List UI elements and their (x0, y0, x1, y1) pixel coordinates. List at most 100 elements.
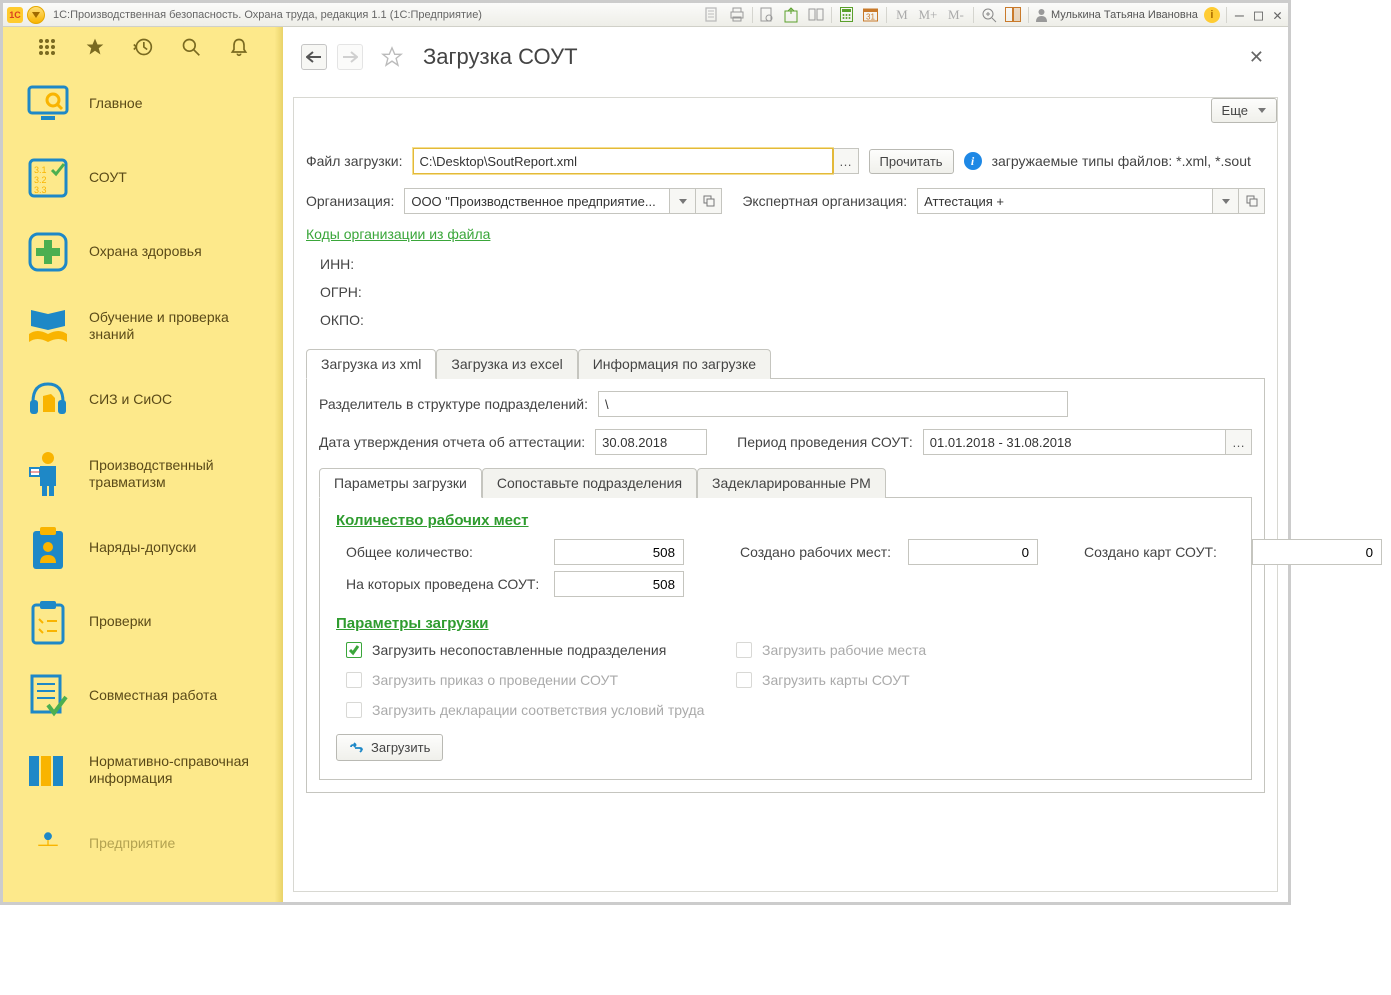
chk-declarations (346, 702, 362, 718)
compare-icon[interactable] (807, 6, 825, 24)
workplace-count-title: Количество рабочих мест (336, 512, 1235, 529)
title-bar: 1C 1С:Производственная безопасность. Охр… (3, 3, 1288, 27)
sidebar-item-health[interactable]: Охрана здоровья (3, 215, 283, 289)
created-cards-label: Создано карт СОУТ: (1084, 544, 1244, 560)
close-page-button[interactable]: ✕ (1249, 47, 1270, 68)
load-button[interactable]: Загрузить (336, 734, 443, 761)
period-picker-button[interactable]: … (1226, 429, 1252, 455)
sidebar-item-reference[interactable]: Нормативно-справочная информация (3, 733, 283, 807)
print-icon[interactable] (728, 6, 746, 24)
expert-org-dropdown-button[interactable] (1213, 188, 1239, 214)
minimize-button[interactable]: — (1233, 6, 1246, 24)
panels-icon[interactable] (1004, 6, 1022, 24)
save-icon[interactable] (783, 6, 801, 24)
expert-org-input[interactable] (917, 188, 1213, 214)
approval-date-input[interactable] (595, 429, 707, 455)
app-title: 1С:Производственная безопасность. Охрана… (53, 9, 482, 21)
favorites-icon[interactable] (84, 36, 106, 58)
file-types-hint: загружаемые типы файлов: *.xml, *.sout (992, 153, 1251, 169)
preview-icon[interactable] (759, 6, 777, 24)
current-user[interactable]: Мулькина Татьяна Ивановна (1035, 8, 1198, 22)
more-button[interactable]: Еще (1211, 98, 1277, 123)
main-tabs: Загрузка из xml Загрузка из excel Информ… (306, 348, 1265, 379)
org-codes-link[interactable]: Коды организации из файла (306, 226, 490, 242)
sidebar-item-permits[interactable]: Наряды-допуски (3, 511, 283, 585)
new-doc-icon[interactable] (704, 6, 722, 24)
org-label: Организация: (306, 193, 394, 209)
expert-org-label: Экспертная организация: (742, 193, 907, 209)
sidebar-item-collab[interactable]: Совместная работа (3, 659, 283, 733)
delimiter-input[interactable] (598, 391, 1068, 417)
tab-excel[interactable]: Загрузка из excel (436, 349, 577, 379)
calc-icon[interactable] (838, 6, 856, 24)
inn-label: ИНН: (320, 250, 1265, 278)
medical-cross-icon (25, 229, 71, 275)
organization-dropdown-button[interactable] (670, 188, 696, 214)
document-check-icon (25, 673, 71, 719)
read-button[interactable]: Прочитать (869, 149, 954, 174)
chk-cards (736, 672, 752, 688)
sidebar-item-training[interactable]: Обучение и проверка знаний (3, 289, 283, 363)
subtab-declared[interactable]: Задекларированные РМ (697, 468, 886, 498)
headphones-glove-icon (25, 377, 71, 423)
injured-person-icon (25, 451, 71, 497)
books-icon (25, 747, 71, 793)
zoom-icon[interactable] (980, 6, 998, 24)
created-rm-input[interactable] (908, 539, 1038, 565)
list-check-icon: 3.13.23.3 (25, 155, 71, 201)
svg-text:3.2: 3.2 (34, 175, 47, 185)
tab-xml[interactable]: Загрузка из xml (306, 349, 436, 379)
info-icon[interactable]: i (1204, 7, 1220, 23)
book-hands-icon (25, 303, 71, 349)
sidebar-item-injury[interactable]: Производственный травматизм (3, 437, 283, 511)
load-params-title: Параметры загрузки (336, 615, 1235, 632)
history-icon[interactable] (132, 36, 154, 58)
okpo-label: ОКПО: (320, 306, 1265, 334)
memory-m-plus[interactable]: M+ (917, 6, 939, 24)
memory-m[interactable]: M (893, 6, 911, 24)
search-icon[interactable] (180, 36, 202, 58)
main-menu-button[interactable] (27, 6, 45, 24)
subtab-match[interactable]: Сопоставьте подразделения (482, 468, 697, 498)
file-path-input[interactable] (413, 148, 833, 174)
sections-menu-icon[interactable] (36, 36, 58, 58)
nav-back-button[interactable] (301, 44, 327, 70)
file-browse-button[interactable]: … (833, 148, 859, 174)
expert-org-open-button[interactable] (1239, 188, 1265, 214)
approval-date-label: Дата утверждения отчета об аттестации: (319, 434, 585, 450)
sidebar-item-enterprise[interactable]: Предприятие (3, 807, 283, 867)
calendar-icon[interactable]: 31 (862, 6, 880, 24)
favorite-star-icon[interactable] (381, 46, 403, 68)
nav-forward-button[interactable] (337, 44, 363, 70)
svg-text:3.1: 3.1 (34, 165, 47, 175)
monitor-icon (25, 81, 71, 127)
organization-input[interactable] (404, 188, 670, 214)
delimiter-label: Разделитель в структуре подразделений: (319, 396, 588, 412)
sidebar-item-ppe[interactable]: СИЗ и СиОС (3, 363, 283, 437)
memory-m-minus[interactable]: M- (945, 6, 967, 24)
sidebar-item-main[interactable]: Главное (3, 67, 283, 141)
period-input[interactable] (923, 429, 1226, 455)
clipboard-user-icon (25, 525, 71, 571)
total-count-input[interactable] (554, 539, 684, 565)
close-window-button[interactable]: ✕ (1271, 6, 1284, 24)
maximize-button[interactable]: □ (1252, 6, 1265, 24)
subtab-params[interactable]: Параметры загрузки (319, 468, 482, 498)
chk-workplaces (736, 642, 752, 658)
chk-unmapped[interactable] (346, 642, 362, 658)
organization-open-button[interactable] (696, 188, 722, 214)
svg-text:3.3: 3.3 (34, 185, 47, 195)
sidebar-item-audits[interactable]: Проверки (3, 585, 283, 659)
sidebar: Главное 3.13.23.3СОУТ Охрана здоровья Об… (3, 27, 283, 902)
clipboard-check-icon (25, 599, 71, 645)
chk-order (346, 672, 362, 688)
period-label: Период проведения СОУТ: (737, 434, 913, 450)
done-count-input[interactable] (554, 571, 684, 597)
sidebar-item-sout[interactable]: 3.13.23.3СОУТ (3, 141, 283, 215)
created-cards-input[interactable] (1252, 539, 1382, 565)
info-icon[interactable]: i (964, 152, 982, 170)
app-logo-icon: 1C (7, 7, 23, 23)
total-count-label: Общее количество: (346, 544, 546, 560)
notifications-icon[interactable] (228, 36, 250, 58)
tab-info[interactable]: Информация по загрузке (578, 349, 771, 379)
